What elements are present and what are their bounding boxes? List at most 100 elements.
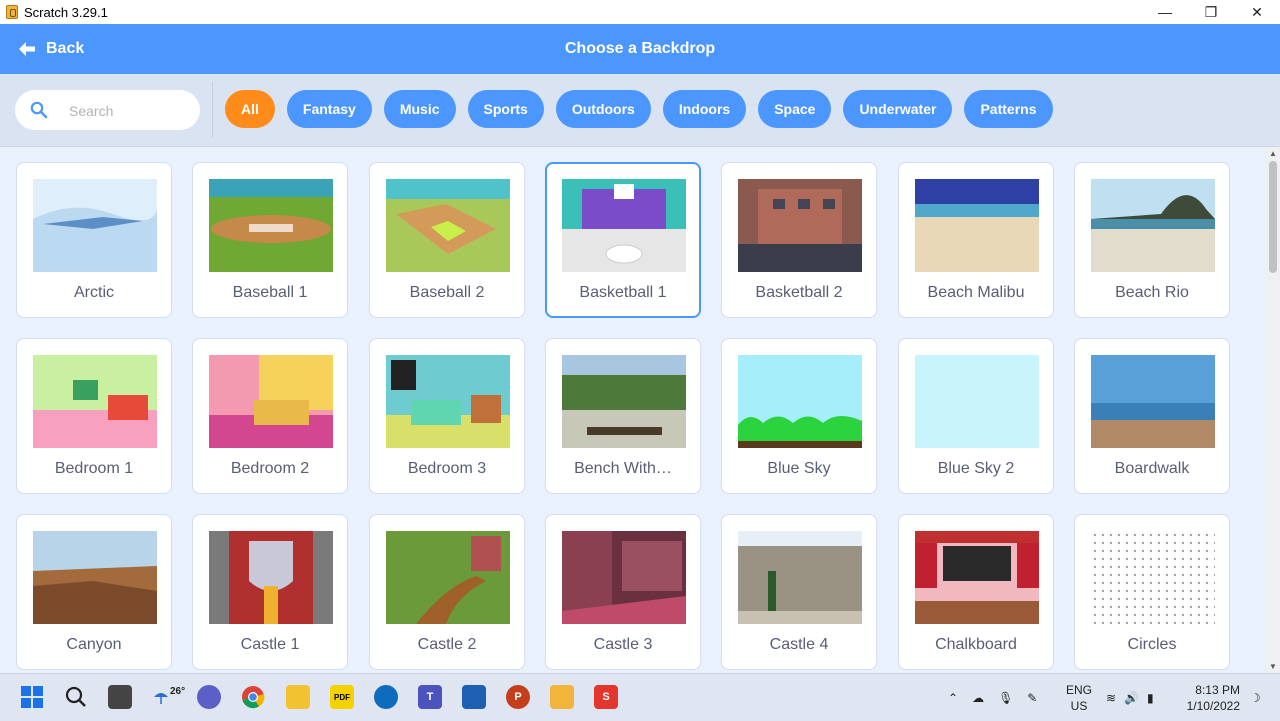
onedrive-icon[interactable]: ☁ [972, 691, 984, 705]
restore-icon[interactable]: ❐ [1188, 0, 1234, 24]
system-tray: ⌃ ☁ 🎙 ✎ [948, 674, 1037, 721]
powerpoint-icon[interactable]: P [506, 685, 530, 709]
tag-fantasy[interactable]: Fantasy [286, 90, 372, 128]
scroll-down-icon[interactable]: ▼ [1269, 662, 1277, 671]
tag-underwater[interactable]: Underwater [843, 90, 953, 128]
tag-music[interactable]: Music [383, 90, 456, 128]
scratch-red-icon[interactable]: S [594, 685, 618, 709]
task-view-icon[interactable] [108, 685, 132, 709]
clock-time: 8:13 PM [1195, 683, 1240, 697]
scrollbar[interactable]: ▲ ▼ [1266, 147, 1280, 673]
backdrop-card[interactable]: Baseball 1 [192, 162, 348, 318]
backdrop-card[interactable]: Castle 3 [545, 514, 701, 670]
backdrop-name: Canyon [66, 636, 122, 653]
tag-outdoors[interactable]: Outdoors [555, 90, 651, 128]
backdrop-thumbnail [386, 531, 510, 624]
search-taskbar-icon[interactable] [64, 685, 88, 709]
backdrop-card[interactable]: Canyon [16, 514, 172, 670]
backdrop-card[interactable]: Beach Malibu [898, 162, 1054, 318]
battery-icon[interactable]: ▮ [1147, 691, 1154, 705]
tag-sports[interactable]: Sports [467, 90, 544, 128]
lang-line1: ENG [1066, 683, 1093, 697]
wifi-icon[interactable]: ≋ [1106, 691, 1116, 705]
close-icon[interactable]: ✕ [1234, 0, 1280, 24]
scratch-taskbar-icon[interactable] [550, 685, 574, 709]
filter-bar: All Fantasy Music Sports Outdoors Indoors Spac… [0, 74, 1280, 147]
backdrop-thumbnail [386, 179, 510, 272]
backdrop-card[interactable]: Basketball 2 [721, 162, 877, 318]
backdrop-grid: Arctic Baseball 1 Baseball 2 Basketball 1 Ba… [0, 147, 1266, 673]
mail-icon[interactable] [462, 685, 486, 709]
teams-icon[interactable]: T [418, 685, 442, 709]
notification-icon[interactable]: ☽ [1250, 674, 1261, 721]
backdrop-card[interactable]: Circles [1074, 514, 1230, 670]
backdrop-thumbnail [738, 355, 862, 448]
backdrop-thumbnail [562, 355, 686, 448]
backdrop-card[interactable]: Bedroom 1 [16, 338, 172, 494]
back-arrow-icon [19, 42, 35, 56]
backdrop-thumbnail [562, 179, 686, 272]
chrome-icon[interactable] [241, 685, 265, 709]
teams-chat-icon[interactable] [197, 685, 221, 709]
weather-icon[interactable]: 26° [152, 685, 192, 709]
page-title: Choose a Backdrop [564, 40, 716, 57]
language-indicator[interactable]: ENG US [1066, 682, 1092, 714]
backdrop-card[interactable]: Bench With… [545, 338, 701, 494]
backdrop-card[interactable]: Bedroom 2 [192, 338, 348, 494]
backdrop-thumbnail [33, 355, 157, 448]
backdrop-card[interactable]: Arctic [16, 162, 172, 318]
backdrop-card[interactable]: Castle 4 [721, 514, 877, 670]
library-header: Back Choose a Backdrop [0, 24, 1280, 74]
tag-patterns[interactable]: Patterns [964, 90, 1053, 128]
volume-icon[interactable]: 🔊 [1124, 691, 1139, 705]
chevron-up-icon[interactable]: ⌃ [948, 691, 958, 705]
backdrop-card[interactable]: Boardwalk [1074, 338, 1230, 494]
scrollbar-thumb[interactable] [1269, 161, 1277, 273]
backdrop-thumbnail [1091, 531, 1215, 624]
backdrop-card[interactable]: Castle 2 [369, 514, 525, 670]
backdrop-card[interactable]: Baseball 2 [369, 162, 525, 318]
backdrop-name: Beach Malibu [927, 284, 1025, 301]
backdrop-name: Castle 4 [769, 636, 829, 653]
backdrop-card[interactable]: Blue Sky 2 [898, 338, 1054, 494]
pen-icon[interactable]: ✎ [1027, 691, 1037, 705]
minimize-icon[interactable]: — [1142, 0, 1188, 24]
backdrop-card[interactable]: Chalkboard [898, 514, 1054, 670]
backdrop-name: Basketball 1 [579, 284, 667, 301]
search-input[interactable] [67, 100, 191, 122]
backdrop-name: Baseball 2 [409, 284, 485, 301]
tag-all[interactable]: All [225, 90, 275, 128]
backdrop-card[interactable]: Bedroom 3 [369, 338, 525, 494]
backdrop-card[interactable]: Beach Rio [1074, 162, 1230, 318]
search-box[interactable] [15, 90, 200, 130]
clock[interactable]: 8:13 PM 1/10/2022 [1187, 682, 1240, 714]
windows-start-icon[interactable] [20, 685, 44, 709]
tag-indoors[interactable]: Indoors [662, 90, 747, 128]
scroll-up-icon[interactable]: ▲ [1269, 149, 1277, 158]
backdrop-card[interactable]: Blue Sky [721, 338, 877, 494]
backdrop-name: Circles [1127, 636, 1177, 653]
backdrop-name: Castle 2 [417, 636, 477, 653]
backdrop-name: Boardwalk [1114, 460, 1190, 477]
backdrop-name: Blue Sky [767, 460, 831, 477]
backdrop-thumbnail [915, 531, 1039, 624]
backdrop-thumbnail [1091, 179, 1215, 272]
backdrop-card[interactable]: Castle 1 [192, 514, 348, 670]
search-icon [30, 101, 48, 119]
backdrop-card[interactable]: Basketball 1 [545, 162, 701, 318]
backdrop-name: Chalkboard [935, 636, 1017, 653]
divider [212, 82, 213, 138]
backdrop-thumbnail [209, 179, 333, 272]
backdrop-name: Bedroom 3 [407, 460, 487, 477]
backdrop-thumbnail [386, 355, 510, 448]
pdf-icon[interactable]: PDF [330, 685, 354, 709]
tag-space[interactable]: Space [758, 90, 832, 128]
edge-icon[interactable] [374, 685, 398, 709]
backdrop-name: Bedroom 2 [230, 460, 310, 477]
back-button[interactable]: Back [18, 24, 84, 74]
backdrop-thumbnail [33, 179, 157, 272]
microphone-icon[interactable]: 🎙 [998, 691, 1013, 705]
backdrop-name: Beach Rio [1115, 284, 1189, 301]
file-explorer-icon[interactable] [286, 685, 310, 709]
backdrop-name: Bench With… [574, 460, 672, 477]
